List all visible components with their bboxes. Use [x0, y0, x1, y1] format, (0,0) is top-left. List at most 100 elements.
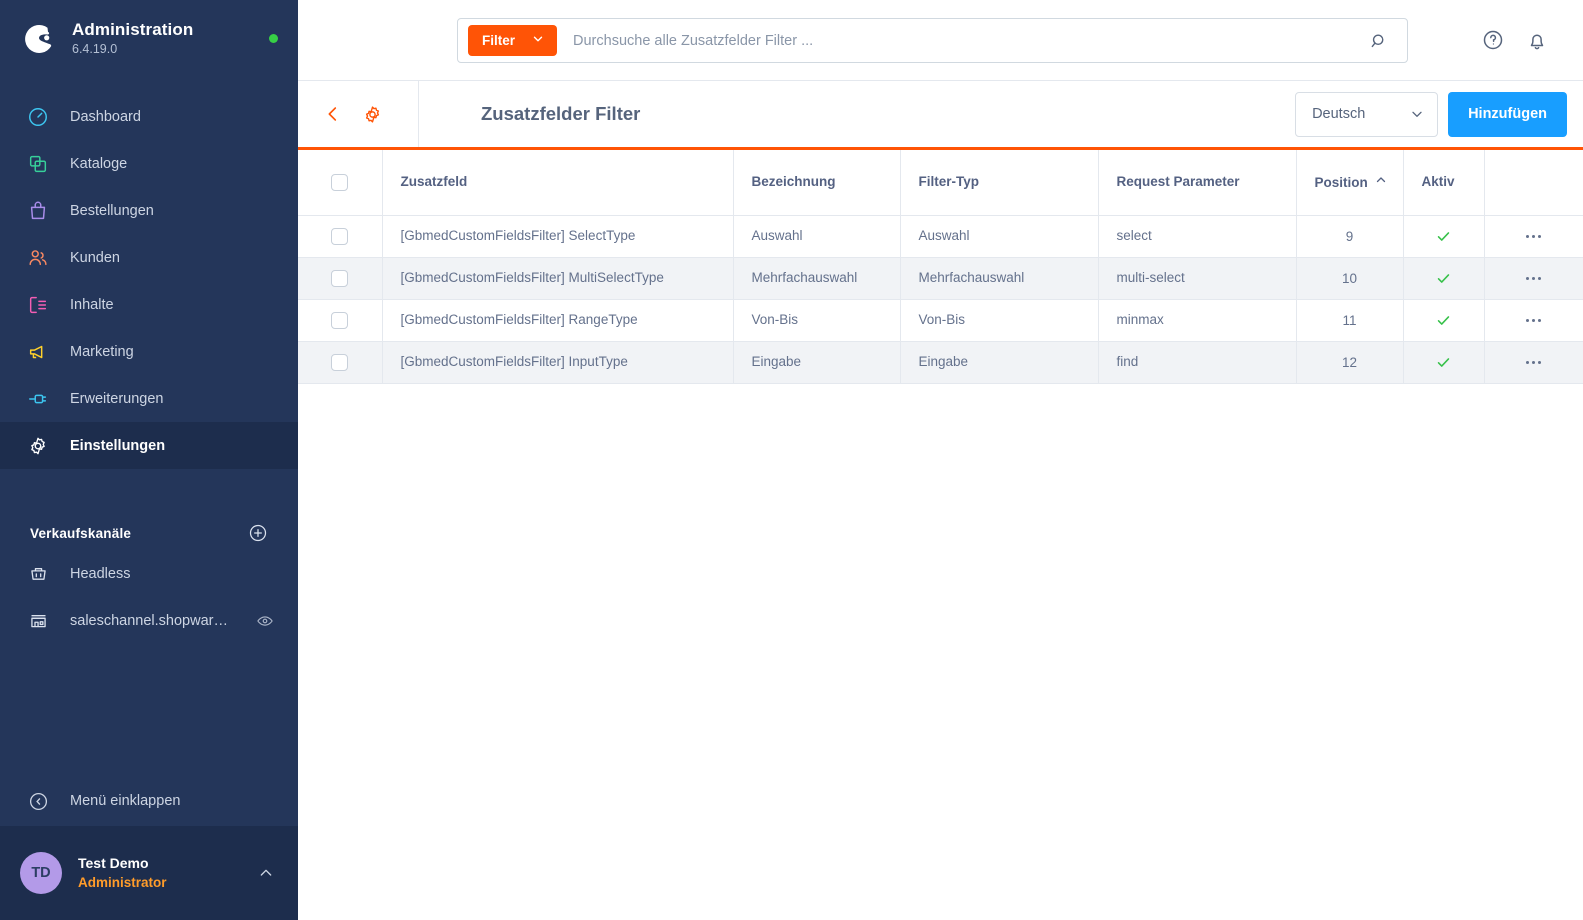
table-row[interactable]: [GbmedCustomFieldsFilter] MultiSelectTyp…: [298, 257, 1583, 300]
column-header-label: Zusatzfeld: [400, 174, 468, 190]
custom-fields-filter-table: Zusatzfeld Bezeichnung Filter-Typ Reques…: [298, 150, 1583, 384]
cell-zusatzfeld: [GbmedCustomFieldsFilter] MultiSelectTyp…: [382, 257, 734, 300]
sales-channel-headless[interactable]: Headless: [0, 550, 298, 597]
sidebar-item-label: Einstellungen: [70, 437, 166, 454]
users-icon: [26, 246, 50, 270]
cell-filter-typ: Von-Bis: [900, 299, 1099, 342]
row-checkbox[interactable]: [331, 269, 349, 287]
catalog-icon: [26, 152, 50, 176]
help-circle-icon[interactable]: [1481, 28, 1505, 52]
column-bezeichnung[interactable]: Bezeichnung: [733, 150, 901, 216]
sidebar-item-kataloge[interactable]: Kataloge: [0, 140, 298, 187]
sidebar-item-einstellungen[interactable]: Einstellungen: [0, 422, 298, 469]
cell-zusatzfeld: [GbmedCustomFieldsFilter] SelectType: [382, 215, 734, 258]
add-sales-channel-icon[interactable]: [248, 523, 268, 543]
cell-request-parameter: select: [1098, 215, 1297, 258]
sidebar-item-kunden[interactable]: Kunden: [0, 234, 298, 281]
brand-header[interactable]: Administration 6.4.19.0: [0, 0, 298, 77]
cell-text: [GbmedCustomFieldsFilter] RangeType: [400, 312, 638, 327]
cell-filter-typ: Eingabe: [900, 341, 1099, 384]
table-row[interactable]: [GbmedCustomFieldsFilter] SelectType Aus…: [298, 215, 1583, 258]
chevron-down-icon: [1409, 106, 1425, 122]
chevron-down-icon: [531, 32, 545, 49]
user-menu[interactable]: TD Test Demo Administrator: [0, 826, 298, 920]
sidebar-item-erweiterungen[interactable]: Erweiterungen: [0, 375, 298, 422]
main-navigation: Dashboard Kataloge Bestellungen Kunden I…: [0, 93, 298, 469]
cell-text: [GbmedCustomFieldsFilter] MultiSelectTyp…: [400, 270, 664, 285]
sales-channels-header: Verkaufskanäle: [0, 516, 298, 550]
add-button[interactable]: Hinzufügen: [1448, 91, 1567, 137]
language-select[interactable]: Deutsch: [1295, 91, 1439, 137]
speedometer-icon: [26, 105, 50, 129]
column-aktiv[interactable]: Aktiv: [1403, 150, 1485, 216]
cell-aktiv: [1403, 257, 1485, 300]
cell-actions: [1484, 215, 1583, 258]
column-request-parameter[interactable]: Request Parameter: [1098, 150, 1297, 216]
sidebar-item-marketing[interactable]: Marketing: [0, 328, 298, 375]
chevron-up-icon[interactable]: [258, 865, 274, 881]
gear-icon[interactable]: [361, 103, 383, 125]
plug-icon: [26, 387, 50, 411]
cell-text: 9: [1345, 228, 1354, 244]
cell-position: 10: [1296, 257, 1404, 300]
table-body: [GbmedCustomFieldsFilter] SelectType Aus…: [298, 215, 1583, 384]
column-select-all: [298, 150, 383, 216]
topbar-actions: [1481, 28, 1549, 52]
language-select-value: Deutsch: [1312, 106, 1366, 122]
column-filter-typ[interactable]: Filter-Typ: [900, 150, 1099, 216]
row-select-cell: [298, 215, 383, 258]
sidebar-item-label: Erweiterungen: [70, 390, 164, 407]
storefront-icon: [26, 609, 50, 633]
sidebar-item-label: Bestellungen: [70, 202, 154, 219]
collapse-menu-button[interactable]: Menü einklappen: [0, 776, 298, 826]
column-header-label: Request Parameter: [1116, 174, 1240, 190]
cell-text: select: [1116, 228, 1152, 243]
avatar: TD: [20, 852, 62, 894]
sales-channel-storefront[interactable]: saleschannel.shopware.co…: [0, 597, 298, 644]
brand-version: 6.4.19.0: [72, 42, 118, 56]
gear-icon: [26, 434, 50, 458]
megaphone-icon: [26, 340, 50, 364]
cell-text: Mehrfachauswahl: [751, 270, 858, 285]
row-select-cell: [298, 341, 383, 384]
chevron-left-icon[interactable]: [322, 103, 344, 125]
row-checkbox[interactable]: [331, 227, 349, 245]
sidebar: Administration 6.4.19.0 Dashboard Katalo…: [0, 0, 298, 920]
table-row[interactable]: [GbmedCustomFieldsFilter] RangeType Von-…: [298, 299, 1583, 342]
row-context-menu-button[interactable]: [1503, 276, 1566, 280]
cell-text: Auswahl: [918, 228, 970, 243]
select-all-checkbox[interactable]: [331, 173, 349, 191]
cell-actions: [1484, 341, 1583, 384]
row-checkbox[interactable]: [331, 311, 349, 329]
sidebar-item-inhalte[interactable]: Inhalte: [0, 281, 298, 328]
search-icon[interactable]: [1369, 31, 1389, 51]
cell-actions: [1484, 299, 1583, 342]
cell-bezeichnung: Eingabe: [733, 341, 901, 384]
sidebar-item-bestellungen[interactable]: Bestellungen: [0, 187, 298, 234]
cell-position: 9: [1296, 215, 1404, 258]
cell-aktiv: [1403, 299, 1485, 342]
chevron-left-circle-icon: [26, 789, 50, 813]
sidebar-item-dashboard[interactable]: Dashboard: [0, 93, 298, 140]
cell-text: [GbmedCustomFieldsFilter] SelectType: [400, 228, 636, 243]
brand-title: Administration: [72, 20, 194, 39]
row-context-menu-button[interactable]: [1503, 234, 1566, 238]
column-position[interactable]: Position: [1296, 150, 1404, 216]
content-icon: [26, 293, 50, 317]
cell-request-parameter: find: [1098, 341, 1297, 384]
eye-icon[interactable]: [256, 612, 274, 630]
column-zusatzfeld[interactable]: Zusatzfeld: [382, 150, 734, 216]
column-header-label: Position: [1314, 174, 1368, 190]
search-input[interactable]: [557, 32, 1369, 49]
filter-button[interactable]: Filter: [468, 25, 558, 56]
row-select-cell: [298, 299, 383, 342]
global-search-bar: Filter: [457, 18, 1408, 63]
row-checkbox[interactable]: [331, 353, 349, 371]
bell-icon[interactable]: [1525, 28, 1549, 52]
cell-actions: [1484, 257, 1583, 300]
row-context-menu-button[interactable]: [1503, 360, 1566, 364]
user-role: Administrator: [78, 875, 167, 890]
row-context-menu-button[interactable]: [1503, 318, 1566, 322]
cell-text: Mehrfachauswahl: [918, 270, 1025, 285]
table-row[interactable]: [GbmedCustomFieldsFilter] InputType Eing…: [298, 341, 1583, 384]
